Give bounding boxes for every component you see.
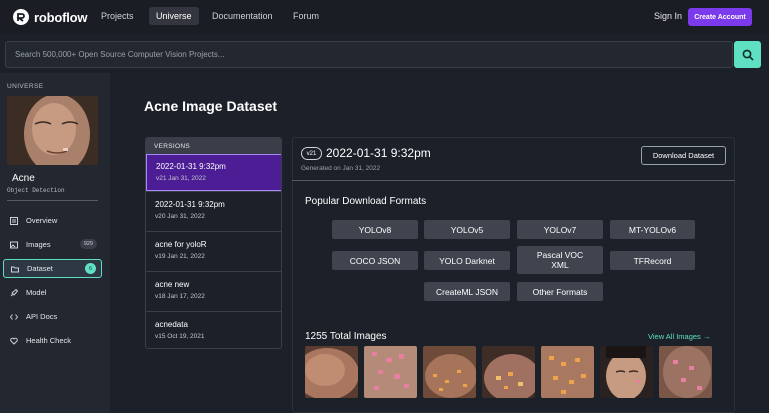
sidebar-item-api-docs[interactable]: API Docs xyxy=(3,307,102,326)
sidebar-item-dataset[interactable]: Dataset 6 xyxy=(3,259,102,278)
sidebar-item-label: API Docs xyxy=(26,312,58,321)
brand-name: roboflow xyxy=(34,9,88,25)
image-icon xyxy=(9,240,18,249)
dataset-image-thumbnail[interactable] xyxy=(600,346,653,398)
version-name: acne for yoloR xyxy=(155,240,207,249)
project-name: Acne xyxy=(12,173,35,184)
format-pascal-voc-xml-button[interactable]: Pascal VOC XML xyxy=(517,246,603,274)
format-yolov7-button[interactable]: YOLOv7 xyxy=(517,220,603,239)
format-tfrecord-button[interactable]: TFRecord xyxy=(610,251,695,270)
formats-title: Popular Download Formats xyxy=(305,196,427,207)
version-item[interactable]: 2022-01-31 9:32pm v21 Jan 31, 2022 xyxy=(146,154,281,191)
version-meta: v15 Oct 19, 2021 xyxy=(155,333,205,340)
sidebar-item-label: Health Check xyxy=(26,336,72,345)
version-item[interactable]: 2022-01-31 9:32pm v20 Jan 31, 2022 xyxy=(146,191,281,231)
sidebar-item-label: Overview xyxy=(26,216,58,225)
versions-list: VERSIONS 2022-01-31 9:32pm v21 Jan 31, 2… xyxy=(145,137,282,349)
search-input[interactable] xyxy=(6,42,732,67)
version-generated-date: Generated on Jan 31, 2022 xyxy=(301,165,381,172)
panel-divider xyxy=(292,180,735,181)
sidebar-item-label: Images xyxy=(26,240,51,249)
nav-projects[interactable]: Projects xyxy=(101,11,134,21)
dataset-image-thumbnail[interactable] xyxy=(305,346,358,398)
version-name: acnedata xyxy=(155,320,188,329)
download-dataset-button[interactable]: Download Dataset xyxy=(641,146,726,165)
version-item[interactable]: acnedata v15 Oct 19, 2021 xyxy=(146,311,281,348)
version-name: 2022-01-31 9:32pm xyxy=(156,162,226,171)
roboflow-logo-icon xyxy=(13,9,29,25)
sidebar-item-overview[interactable]: Overview xyxy=(3,211,102,230)
sidebar-item-model[interactable]: Model xyxy=(3,283,102,302)
folder-icon xyxy=(10,264,19,273)
sidebar-divider xyxy=(7,200,98,201)
version-item[interactable]: acne new v18 Jan 17, 2022 xyxy=(146,271,281,311)
nav-forum[interactable]: Forum xyxy=(293,11,319,21)
search-icon xyxy=(742,49,754,61)
project-thumbnail[interactable] xyxy=(7,96,98,165)
heart-icon xyxy=(9,336,18,345)
version-badge: v21 xyxy=(301,147,322,160)
roboflow-logo[interactable]: roboflow xyxy=(13,9,87,25)
sidebar-section-label: UNIVERSE xyxy=(7,83,44,90)
version-meta: v21 Jan 31, 2022 xyxy=(156,175,206,182)
total-images-label: Total Images xyxy=(329,331,387,342)
dataset-image-thumbnail[interactable] xyxy=(659,346,712,398)
format-yolov8-button[interactable]: YOLOv8 xyxy=(332,220,418,239)
search-button[interactable] xyxy=(734,41,761,68)
format-coco-json-button[interactable]: COCO JSON xyxy=(332,251,418,270)
search-bar xyxy=(5,41,733,68)
format-mt-yolov6-button[interactable]: MT-YOLOv6 xyxy=(610,220,695,239)
dataset-image-thumbnail[interactable] xyxy=(482,346,535,398)
version-name: acne new xyxy=(155,280,190,289)
sign-in-link[interactable]: Sign In xyxy=(654,11,682,21)
total-images-count: 1255 xyxy=(305,331,328,342)
page-title: Acne Image Dataset xyxy=(144,98,278,114)
nav-universe[interactable]: Universe xyxy=(149,7,199,25)
project-type: Object Detection xyxy=(7,187,65,194)
create-account-button[interactable]: Create Account xyxy=(688,8,752,26)
sidebar-item-label: Dataset xyxy=(27,264,53,273)
versions-header: VERSIONS xyxy=(146,138,281,154)
total-images: 1255 Total Images xyxy=(305,331,387,342)
version-name: 2022-01-31 9:32pm xyxy=(155,200,225,209)
version-meta: v18 Jan 17, 2022 xyxy=(155,293,205,300)
dataset-image-thumbnail[interactable] xyxy=(364,346,417,398)
code-icon xyxy=(9,312,18,321)
top-navbar: roboflow Projects Universe Documentation… xyxy=(0,0,769,34)
nav-documentation[interactable]: Documentation xyxy=(212,11,273,21)
dataset-count-badge: 6 xyxy=(85,263,96,274)
images-count-badge: 929 xyxy=(79,239,97,249)
format-createml-json-button[interactable]: CreateML JSON xyxy=(424,282,510,301)
version-title: 2022-01-31 9:32pm xyxy=(326,146,431,160)
version-meta: v19 Jan 21, 2022 xyxy=(155,253,205,260)
dataset-image-thumbnail[interactable] xyxy=(423,346,476,398)
rocket-icon xyxy=(9,288,18,297)
list-icon xyxy=(9,216,18,225)
format-yolo-darknet-button[interactable]: YOLO Darknet xyxy=(424,251,510,270)
sidebar-item-images[interactable]: Images 929 xyxy=(3,235,102,254)
sidebar-item-label: Model xyxy=(26,288,47,297)
sidebar-item-health-check[interactable]: Health Check xyxy=(3,331,102,350)
dataset-image-thumbnail[interactable] xyxy=(541,346,594,398)
version-item[interactable]: acne for yoloR v19 Jan 21, 2022 xyxy=(146,231,281,271)
format-other-formats-button[interactable]: Other Formats xyxy=(517,282,603,301)
view-all-images-link[interactable]: View All Images → xyxy=(648,332,710,341)
format-yolov5-button[interactable]: YOLOv5 xyxy=(424,220,510,239)
version-meta: v20 Jan 31, 2022 xyxy=(155,213,205,220)
